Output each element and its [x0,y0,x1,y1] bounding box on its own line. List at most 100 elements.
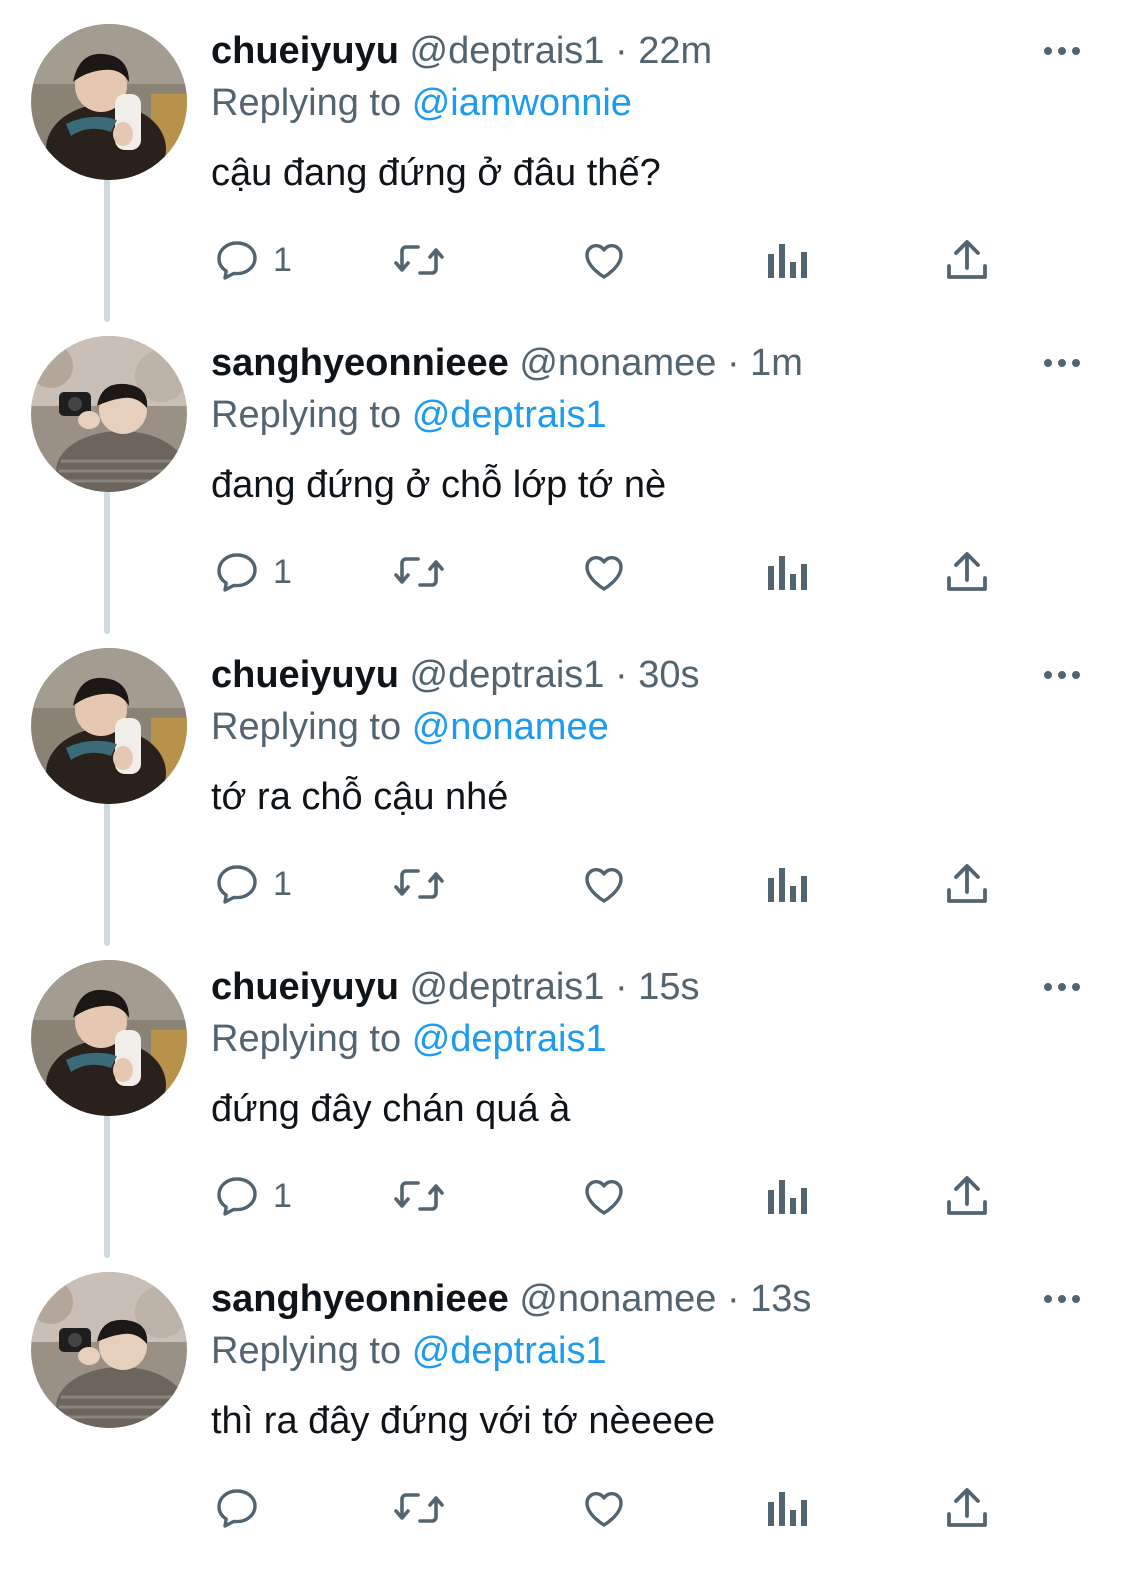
retweet-icon [394,245,444,275]
share-icon [947,240,987,279]
views-button[interactable] [764,235,808,285]
tweet-text: đứng đây chán quá à [211,1088,571,1130]
handle[interactable]: @deptrais1 [410,654,605,696]
more-icon [1044,359,1080,367]
tweet-header: chueiyuyu @deptrais1 · 22m [211,27,712,75]
replying-prefix: Replying to [211,1330,402,1372]
separator-dot: · [726,1278,740,1320]
like-button[interactable] [580,547,628,597]
tweet[interactable]: chueiyuyu @deptrais1 · 30s Replying to @… [0,637,1125,949]
like-button[interactable] [580,1171,628,1221]
reply-icon [217,1177,257,1216]
like-button[interactable] [580,1483,628,1533]
views-icon [768,244,807,278]
display-name[interactable]: chueiyuyu [211,966,399,1008]
retweet-icon [394,869,444,899]
replying-to-line: Replying to @deptrais1 [211,1015,607,1063]
heart-icon [585,1491,623,1527]
replying-to-line: Replying to @deptrais1 [211,1327,607,1375]
replying-prefix: Replying to [211,82,402,124]
views-button[interactable] [764,1483,808,1533]
mention-link[interactable]: @iamwonnie [412,82,632,124]
share-button[interactable] [944,859,990,909]
reply-button[interactable]: 1 [213,1171,292,1221]
more-button[interactable] [1040,661,1084,689]
tweet-text: tớ ra chỗ cậu nhé [211,776,509,818]
reply-button[interactable]: 1 [213,235,292,285]
more-icon [1044,47,1080,55]
handle[interactable]: @deptrais1 [410,30,605,72]
views-button[interactable] [764,1171,808,1221]
share-icon [947,1176,987,1215]
display-name[interactable]: sanghyeonnieee [211,342,509,384]
share-icon [947,552,987,591]
timestamp[interactable]: 22m [638,30,712,72]
views-icon [768,1180,807,1214]
avatar[interactable] [31,648,187,804]
share-button[interactable] [944,1483,990,1533]
avatar-chueiyuyu [31,960,187,1116]
views-icon [768,1492,807,1526]
display-name[interactable]: sanghyeonnieee [211,1278,509,1320]
reply-icon [217,241,257,280]
avatar[interactable] [31,960,187,1116]
views-icon [768,868,807,902]
avatar[interactable] [31,1272,187,1428]
handle[interactable]: @nonamee [519,342,716,384]
more-button[interactable] [1040,37,1084,65]
reply-count: 1 [273,240,292,279]
mention-link[interactable]: @nonamee [412,706,609,748]
heart-icon [585,1179,623,1215]
separator-dot: · [614,966,628,1008]
retweet-icon [394,1181,444,1211]
reply-button[interactable] [213,1483,273,1533]
retweet-icon [394,1493,444,1523]
handle[interactable]: @deptrais1 [410,966,605,1008]
retweet-button[interactable] [392,547,446,597]
replying-to-line: Replying to @nonamee [211,703,609,751]
replying-prefix: Replying to [211,394,402,436]
retweet-button[interactable] [392,1171,446,1221]
mention-link[interactable]: @deptrais1 [412,394,607,436]
avatar[interactable] [31,336,187,492]
like-button[interactable] [580,859,628,909]
more-button[interactable] [1040,349,1084,377]
tweet-text: thì ra đây đứng với tớ nèeeee [211,1400,716,1442]
tweet[interactable]: sanghyeonnieee @nonamee · 1m Replying to… [0,325,1125,637]
more-button[interactable] [1040,1285,1084,1313]
retweet-button[interactable] [392,859,446,909]
mention-link[interactable]: @deptrais1 [412,1018,607,1060]
retweet-button[interactable] [392,235,446,285]
reply-button[interactable]: 1 [213,859,292,909]
like-button[interactable] [580,235,628,285]
tweet[interactable]: sanghyeonnieee @nonamee · 13s Replying t… [0,1261,1125,1573]
avatar[interactable] [31,24,187,180]
reply-button[interactable]: 1 [213,547,292,597]
views-button[interactable] [764,547,808,597]
display-name[interactable]: chueiyuyu [211,654,399,696]
avatar-chueiyuyu [31,24,187,180]
avatar-sanghyeonnieee [31,1272,187,1428]
timestamp[interactable]: 1m [750,342,803,384]
handle[interactable]: @nonamee [519,1278,716,1320]
share-icon [947,864,987,903]
separator-dot: · [726,342,740,384]
timestamp[interactable]: 30s [638,654,699,696]
share-button[interactable] [944,547,990,597]
reply-icon [217,1489,257,1528]
share-button[interactable] [944,1171,990,1221]
tweet[interactable]: chueiyuyu @deptrais1 · 22m Replying to @… [0,13,1125,325]
heart-icon [585,867,623,903]
timestamp[interactable]: 15s [638,966,699,1008]
display-name[interactable]: chueiyuyu [211,30,399,72]
tweet[interactable]: chueiyuyu @deptrais1 · 15s Replying to @… [0,949,1125,1261]
tweet-text: đang đứng ở chỗ lớp tớ nè [211,464,667,506]
views-button[interactable] [764,859,808,909]
views-icon [768,556,807,590]
separator-dot: · [614,30,628,72]
mention-link[interactable]: @deptrais1 [412,1330,607,1372]
timestamp[interactable]: 13s [750,1278,811,1320]
share-button[interactable] [944,235,990,285]
more-button[interactable] [1040,973,1084,1001]
retweet-button[interactable] [392,1483,446,1533]
